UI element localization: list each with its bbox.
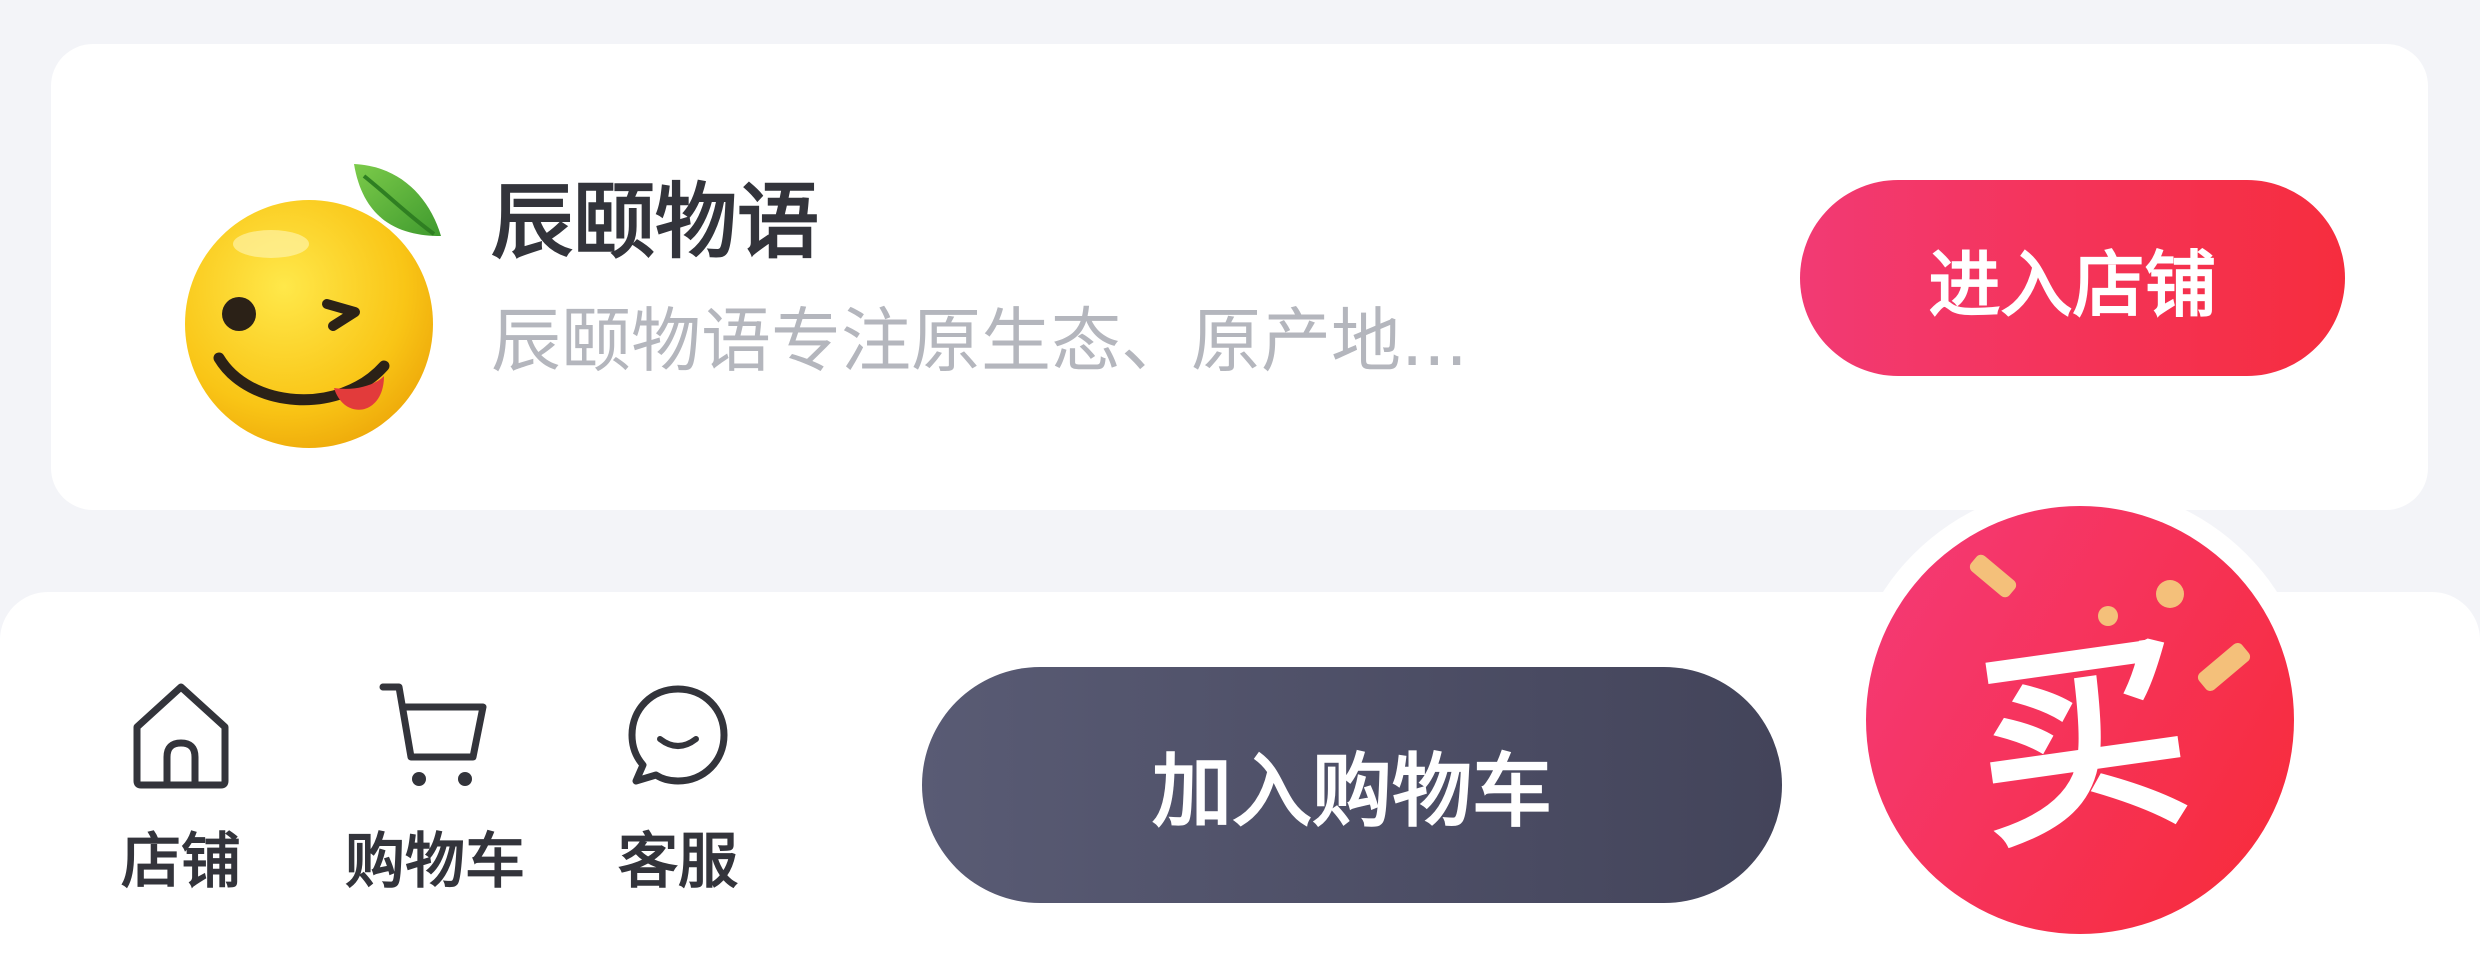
store-description: 辰颐物语专注原生态、原产地... — [491, 300, 1468, 382]
buy-now-button[interactable]: 买 — [1845, 485, 2315, 955]
nav-customer-service-button[interactable]: 客服 — [618, 677, 738, 900]
nav-store-label: 店铺 — [121, 827, 241, 897]
buy-now-label: 买 — [1961, 607, 2204, 880]
nav-customer-service-label: 客服 — [618, 827, 738, 897]
store-logo — [159, 136, 467, 456]
confetti-decoration — [2195, 640, 2253, 694]
store-name: 辰颐物语 — [491, 175, 820, 270]
store-home-icon — [123, 677, 239, 793]
buy-now-badge: 买 — [1866, 506, 2294, 934]
smiley-lemon-logo-icon — [185, 164, 441, 448]
enter-store-button[interactable]: 进入店铺 — [1800, 180, 2345, 376]
chat-bubble-icon — [620, 677, 736, 793]
add-to-cart-button[interactable]: 加入购物车 — [922, 667, 1782, 903]
cart-icon — [377, 677, 493, 793]
store-card: 辰颐物语 辰颐物语专注原生态、原产地... 进入店铺 — [51, 44, 2428, 510]
nav-cart-button[interactable]: 购物车 — [345, 677, 525, 900]
nav-store-button[interactable]: 店铺 — [121, 677, 241, 900]
nav-cart-label: 购物车 — [345, 827, 525, 897]
